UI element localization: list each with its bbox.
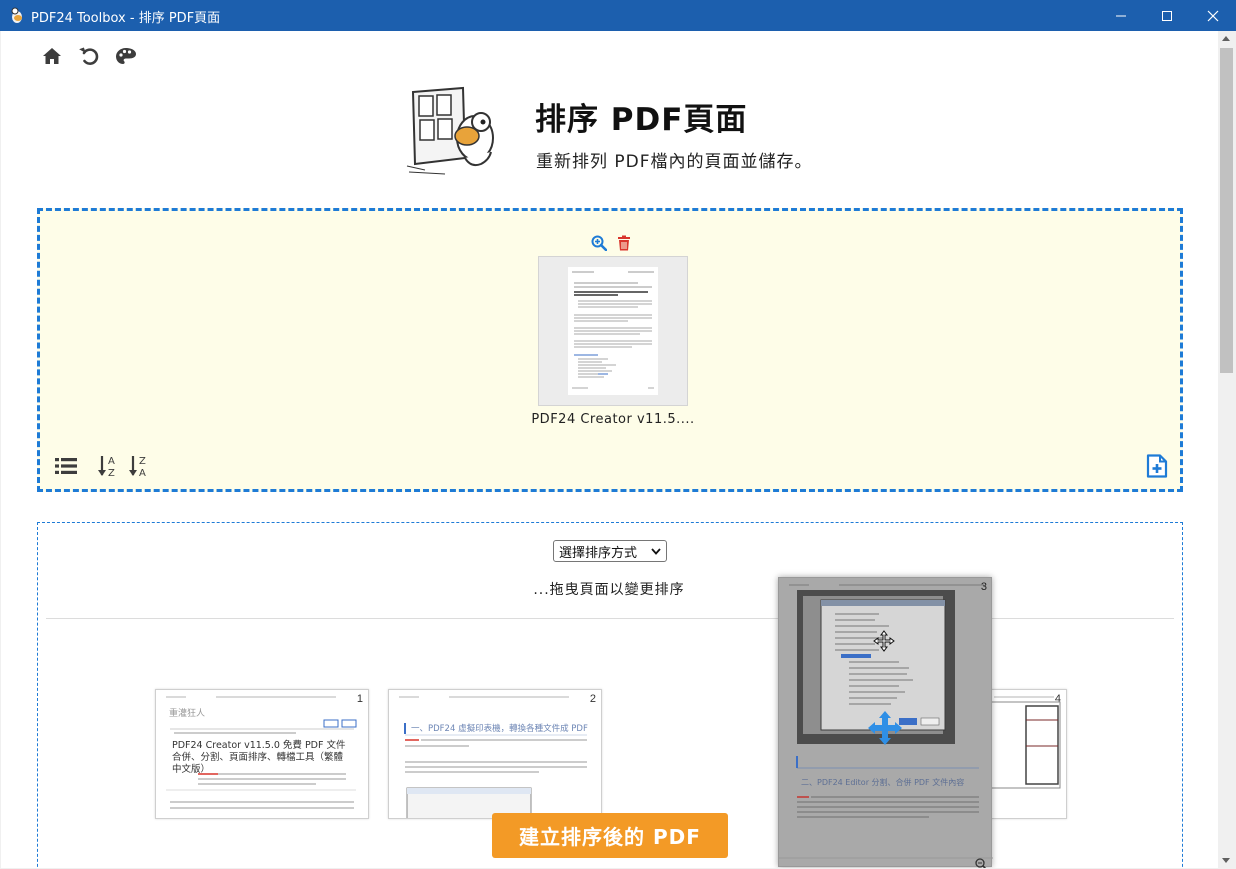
uploaded-file-thumbnail[interactable]: [538, 256, 688, 406]
maximize-icon: [1162, 10, 1172, 21]
page-thumbnail-2[interactable]: 2 一、PDF24 虛擬印表機，轉換各種文件成 PDF: [388, 689, 602, 819]
drag-hint: ...拖曳頁面以變更排序: [533, 582, 685, 598]
maximize-button[interactable]: [1144, 0, 1190, 31]
zoom-in-icon[interactable]: [975, 858, 987, 868]
scroll-up-arrow-icon[interactable]: [1222, 36, 1230, 41]
scrollbar-thumb[interactable]: [1220, 48, 1233, 373]
blog-name: 重灌狂人: [169, 709, 206, 719]
sort-method-select[interactable]: 選擇排序方式: [553, 540, 667, 562]
list-view-icon[interactable]: [54, 454, 78, 478]
page-content-preview: [399, 696, 587, 818]
window-title: PDF24 Toolbox - 排序 PDF頁面: [31, 11, 221, 26]
palette-icon[interactable]: [114, 44, 138, 68]
page-heading: 二、PDF24 Editor 分割、合併 PDF 文件內容: [801, 778, 965, 787]
page-thumbnail-1[interactable]: 1 重灌狂人 PDF24 Creator v11.5.0 免費 PDF 文件合併…: [155, 689, 369, 819]
svg-text:A: A: [139, 468, 146, 478]
minimize-button[interactable]: [1098, 0, 1144, 31]
divider: [46, 618, 1174, 619]
move-cursor-icon: [873, 630, 895, 652]
undo-icon[interactable]: [77, 44, 101, 68]
sort-az-icon[interactable]: A Z: [97, 454, 121, 478]
minimize-icon: [1116, 15, 1126, 16]
window-titlebar: PDF24 Toolbox - 排序 PDF頁面: [0, 0, 1236, 31]
create-sorted-pdf-button[interactable]: 建立排序後的 PDF: [492, 813, 728, 858]
svg-text:Z: Z: [139, 456, 146, 467]
svg-text:Z: Z: [108, 468, 115, 478]
sort-pages-illustration: [406, 86, 494, 175]
page-subtitle: 重新排列 PDF檔內的頁面並儲存。: [536, 152, 813, 172]
chevron-down-icon: [651, 548, 661, 555]
page-heading: PDF24 Creator v11.5.0 免費 PDF 文件合併、分割、頁面排…: [172, 740, 346, 775]
dragged-page-thumbnail-3[interactable]: 3 二、PDF24 Editor 分割、合併 PDF 文件內容: [778, 577, 993, 868]
svg-text:A: A: [108, 456, 115, 467]
vertical-scrollbar[interactable]: [1218, 31, 1235, 868]
file-page-preview: [568, 267, 658, 395]
drag-move-icon: [868, 711, 902, 745]
home-icon[interactable]: [40, 44, 64, 68]
trash-icon[interactable]: [617, 235, 631, 251]
page-title: 排序 PDF頁面: [535, 102, 748, 138]
zoom-in-icon[interactable]: [591, 235, 607, 251]
app-client-area: 排序 PDF頁面 重新排列 PDF檔內的頁面並儲存。 PDF24 Creator…: [1, 31, 1235, 868]
scroll-down-arrow-icon[interactable]: [1222, 858, 1230, 863]
sort-method-value: 選擇排序方式: [559, 545, 638, 561]
file-drop-zone[interactable]: PDF24 Creator v11.5.... A Z Z A: [37, 208, 1183, 492]
page-heading: 一、PDF24 虛擬印表機，轉換各種文件成 PDF: [411, 724, 588, 734]
close-button[interactable]: [1190, 0, 1236, 31]
add-file-icon[interactable]: [1145, 454, 1169, 478]
sort-za-icon[interactable]: Z A: [128, 454, 152, 478]
uploaded-file-name: PDF24 Creator v11.5....: [531, 412, 695, 427]
close-icon: [1207, 10, 1219, 21]
app-logo-icon: [11, 7, 22, 23]
